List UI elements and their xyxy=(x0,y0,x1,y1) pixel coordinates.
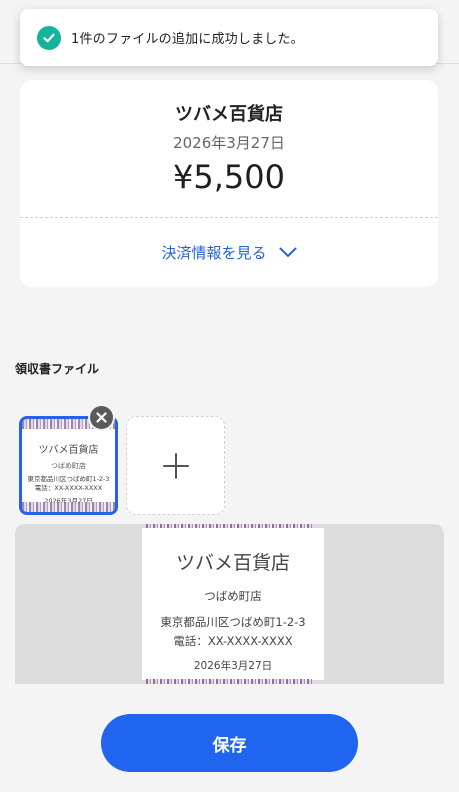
receipt-amount: ¥5,500 xyxy=(173,158,285,196)
receipt-files-title: 領収書ファイル xyxy=(15,362,100,376)
success-toast: 1件のファイルの追加に成功しました。 xyxy=(20,9,438,66)
thumbnail-edge-pattern xyxy=(22,502,115,512)
toast-message: 1件のファイルの追加に成功しました。 xyxy=(71,32,304,47)
preview-receipt-paper: ツバメ百貨店 つばめ町店 東京都品川区つばめ町1-2-3 電話：XX-XXXX-… xyxy=(142,528,324,680)
card-divider xyxy=(20,217,438,218)
receipt-preview: ツバメ百貨店 つばめ町店 東京都品川区つばめ町1-2-3 電話：XX-XXXX-… xyxy=(15,524,444,684)
add-file-button[interactable] xyxy=(126,416,225,515)
remove-file-button[interactable] xyxy=(88,404,115,431)
chevron-down-icon xyxy=(279,247,297,258)
payment-details-label: 決済情報を見る xyxy=(161,243,267,262)
payment-details-toggle[interactable]: 決済情報を見る xyxy=(20,238,438,266)
store-name: ツバメ百貨店 xyxy=(175,104,283,125)
plus-icon xyxy=(162,452,189,479)
thumbnail-store: ツバメ百貨店 xyxy=(38,445,99,456)
preview-branch: つばめ町店 xyxy=(204,589,262,603)
receipt-date: 2026年3月27日 xyxy=(173,134,285,152)
preview-store: ツバメ百貨店 xyxy=(175,552,290,574)
close-icon xyxy=(96,412,107,423)
receipt-summary-card: ツバメ百貨店 2026年3月27日 ¥5,500 決済情報を見る xyxy=(20,80,438,287)
thumbnail-address: 東京都品川区つばめ町1-2-3 xyxy=(27,475,110,483)
thumbnail-tel: 電話：XX-XXXX-XXXX xyxy=(34,484,103,492)
save-button[interactable]: 保存 xyxy=(101,714,358,772)
thumbnail-branch: つばめ町店 xyxy=(51,462,86,470)
thumbnail-address-block: 東京都品川区つばめ町1-2-3 電話：XX-XXXX-XXXX xyxy=(22,475,115,493)
receipt-edit-screen: 1件のファイルの追加に成功しました。 ツバメ百貨店 2026年3月27日 ¥5,… xyxy=(0,0,459,792)
check-circle-icon xyxy=(37,25,61,50)
preview-edge-pattern xyxy=(146,679,312,684)
preview-tel: 電話：XX-XXXX-XXXX xyxy=(173,634,293,648)
preview-address: 東京都品川区つばめ町1-2-3 xyxy=(160,615,306,629)
preview-date: 2026年3月27日 xyxy=(193,660,273,672)
